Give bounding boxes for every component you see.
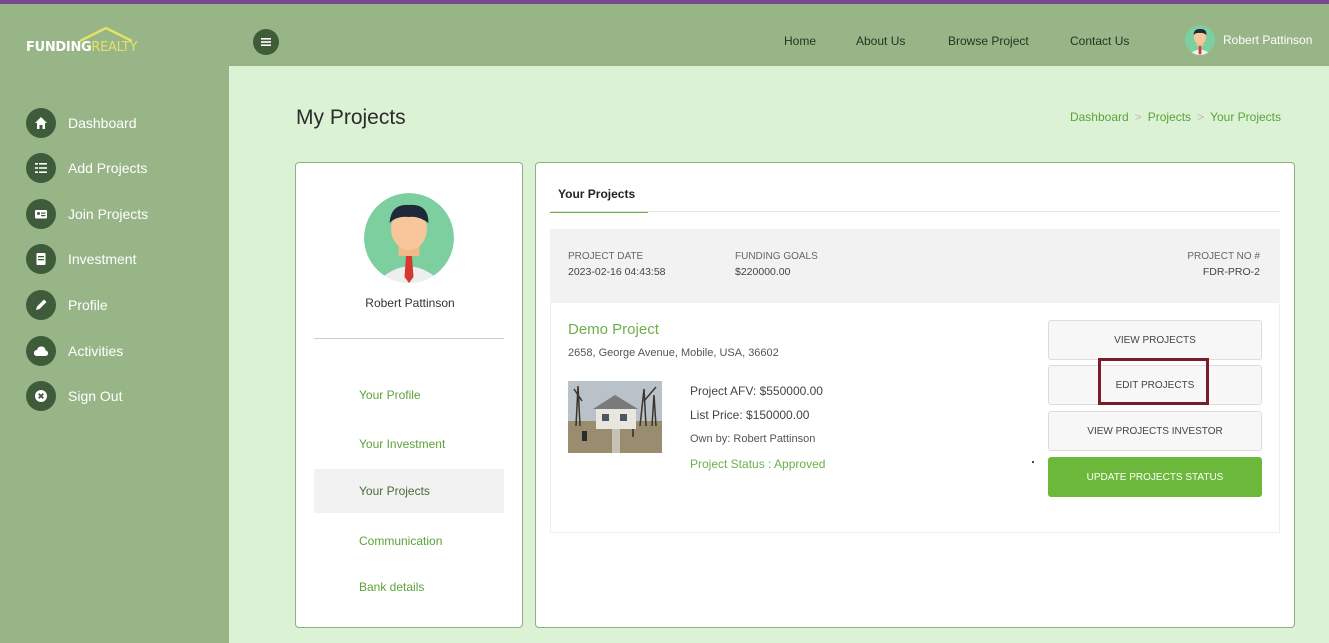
logo-text: FUNDINGREALTY — [26, 40, 137, 55]
avatar — [1185, 25, 1215, 55]
sidebar-item-label: Dashboard — [68, 115, 137, 131]
funding-goals-value: $220000.00 — [735, 266, 791, 278]
nav-about-link[interactable]: About Us — [856, 34, 905, 48]
project-name-link[interactable]: Demo Project — [568, 321, 659, 338]
sidebar-item-label: Investment — [68, 251, 137, 267]
project-date-value: 2023-02-16 04:43:58 — [568, 266, 666, 278]
sidebar-item-investment[interactable]: Investment — [26, 244, 136, 274]
logo-text-funding: FUNDING — [26, 40, 92, 55]
nav-contact-link[interactable]: Contact Us — [1070, 34, 1129, 48]
profile-menu-communication[interactable]: Communication — [314, 519, 504, 563]
project-no-value: FDR-PRO-2 — [1202, 266, 1260, 278]
funding-goals-label: FUNDING GOALS — [735, 251, 818, 262]
sidebar-item-label: Add Projects — [68, 160, 148, 176]
view-projects-button[interactable]: VIEW PROJECTS — [1048, 320, 1262, 360]
id-card-icon — [26, 199, 56, 229]
project-status: Project Status : Approved — [690, 457, 826, 471]
project-date-label: PROJECT DATE — [568, 251, 644, 262]
sidebar-item-label: Sign Out — [68, 388, 123, 404]
breadcrumb-your-projects[interactable]: Your Projects — [1210, 110, 1281, 124]
top-header: FUNDINGREALTY Home About Us Browse Proje… — [0, 4, 1329, 66]
project-header: PROJECT DATE 2023-02-16 04:43:58 FUNDING… — [550, 229, 1280, 303]
menu-toggle-button[interactable] — [253, 29, 279, 55]
profile-card: Robert Pattinson Your Profile Your Inves… — [295, 162, 523, 628]
hamburger-icon — [261, 38, 271, 46]
breadcrumb-separator: > — [1197, 110, 1205, 124]
sidebar-item-profile[interactable]: Profile — [26, 290, 108, 320]
nav-browse-project-link[interactable]: Browse Project — [948, 34, 1029, 48]
house-photo-image — [568, 381, 662, 453]
tab-divider — [550, 211, 1280, 212]
project-owner: Own by: Robert Pattinson — [690, 433, 816, 445]
profile-menu-your-profile[interactable]: Your Profile — [314, 373, 504, 417]
breadcrumb-dashboard[interactable]: Dashboard — [1070, 110, 1129, 124]
user-avatar-icon — [364, 193, 454, 283]
update-projects-status-button[interactable]: UPDATE PROJECTS STATUS — [1048, 457, 1262, 497]
sidebar-item-label: Join Projects — [68, 206, 149, 222]
divider — [314, 338, 504, 339]
close-icon — [26, 381, 56, 411]
sidebar-item-join-projects[interactable]: Join Projects — [26, 199, 148, 229]
sidebar-item-sign-out[interactable]: Sign Out — [26, 381, 122, 411]
project-no-label: PROJECT NO # — [1187, 251, 1260, 262]
logo-text-realty: REALTY — [91, 40, 138, 55]
nav-home-link[interactable]: Home — [784, 34, 816, 48]
project-details: Demo Project 2658, George Avenue, Mobile… — [550, 303, 1280, 533]
sidebar-item-add-projects[interactable]: Add Projects — [26, 153, 147, 183]
breadcrumb-separator: > — [1134, 110, 1142, 124]
sidebar-item-activities[interactable]: Activities — [26, 336, 123, 366]
list-icon — [26, 153, 56, 183]
edit-projects-button[interactable]: EDIT PROJECTS — [1048, 365, 1262, 405]
breadcrumb-projects[interactable]: Projects — [1148, 110, 1191, 124]
project-address: 2658, George Avenue, Mobile, USA, 36602 — [568, 347, 779, 359]
sidebar-item-label: Profile — [68, 297, 108, 313]
separator-dot — [1032, 461, 1034, 463]
sidebar-item-label: Activities — [68, 343, 124, 359]
sidebar: Dashboard Add Projects Join Projects Inv… — [0, 66, 229, 643]
user-avatar-icon — [1185, 25, 1215, 55]
project-list-price: List Price: $150000.00 — [690, 408, 810, 422]
project-thumbnail[interactable] — [568, 381, 662, 453]
user-name: Robert Pattinson — [1223, 33, 1313, 47]
project-afv: Project AFV: $550000.00 — [690, 384, 823, 398]
document-icon — [26, 244, 56, 274]
sidebar-item-dashboard[interactable]: Dashboard — [26, 108, 137, 138]
view-projects-investor-button[interactable]: VIEW PROJECTS INVESTOR — [1048, 411, 1262, 451]
profile-name: Robert Pattinson — [365, 296, 455, 310]
home-icon — [26, 108, 56, 138]
breadcrumb: Dashboard > Projects > Your Projects — [1070, 110, 1281, 124]
page-title: My Projects — [296, 106, 406, 129]
profile-menu-bank-details[interactable]: Bank details — [314, 565, 504, 609]
pencil-icon — [26, 290, 56, 320]
profile-menu-your-investment[interactable]: Your Investment — [314, 422, 504, 466]
user-menu[interactable]: Robert Pattinson — [1185, 25, 1312, 55]
projects-card: Your Projects PROJECT DATE 2023-02-16 04… — [535, 162, 1295, 628]
avatar — [364, 193, 454, 283]
tab-your-projects[interactable]: Your Projects — [550, 181, 648, 213]
brand-logo[interactable]: FUNDINGREALTY — [26, 26, 176, 56]
cloud-icon — [26, 336, 56, 366]
profile-menu-your-projects[interactable]: Your Projects — [314, 469, 504, 513]
